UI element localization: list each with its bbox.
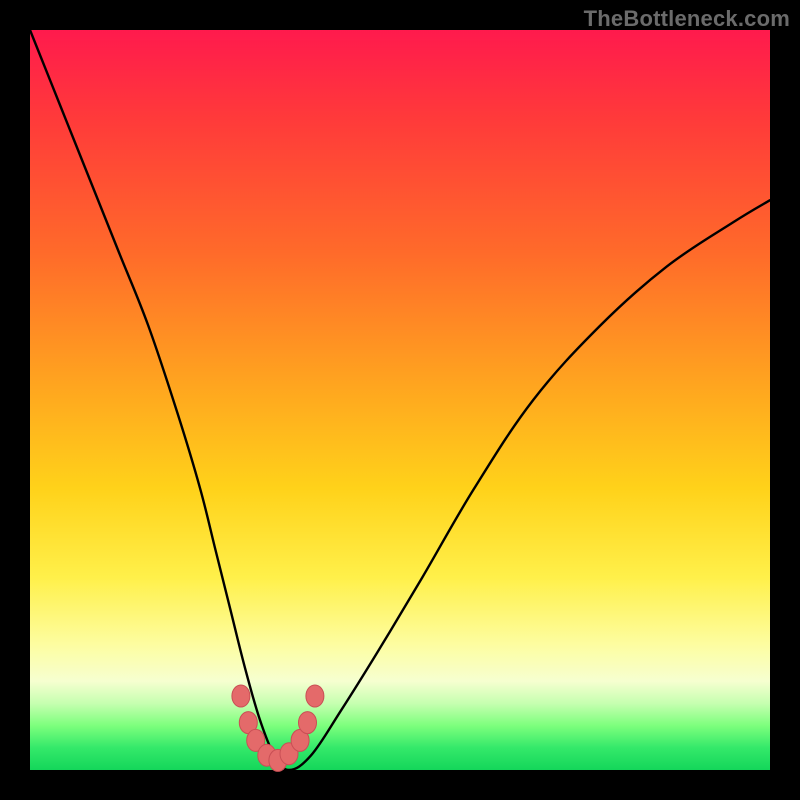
chart-overlay: [30, 30, 770, 770]
plot-area: [30, 30, 770, 770]
watermark-text: TheBottleneck.com: [584, 6, 790, 32]
chart-frame: TheBottleneck.com: [0, 0, 800, 800]
bottleneck-curve: [30, 30, 770, 770]
trough-marker: [306, 685, 324, 707]
trough-marker: [232, 685, 250, 707]
trough-marker: [299, 712, 317, 734]
trough-markers: [232, 685, 324, 771]
